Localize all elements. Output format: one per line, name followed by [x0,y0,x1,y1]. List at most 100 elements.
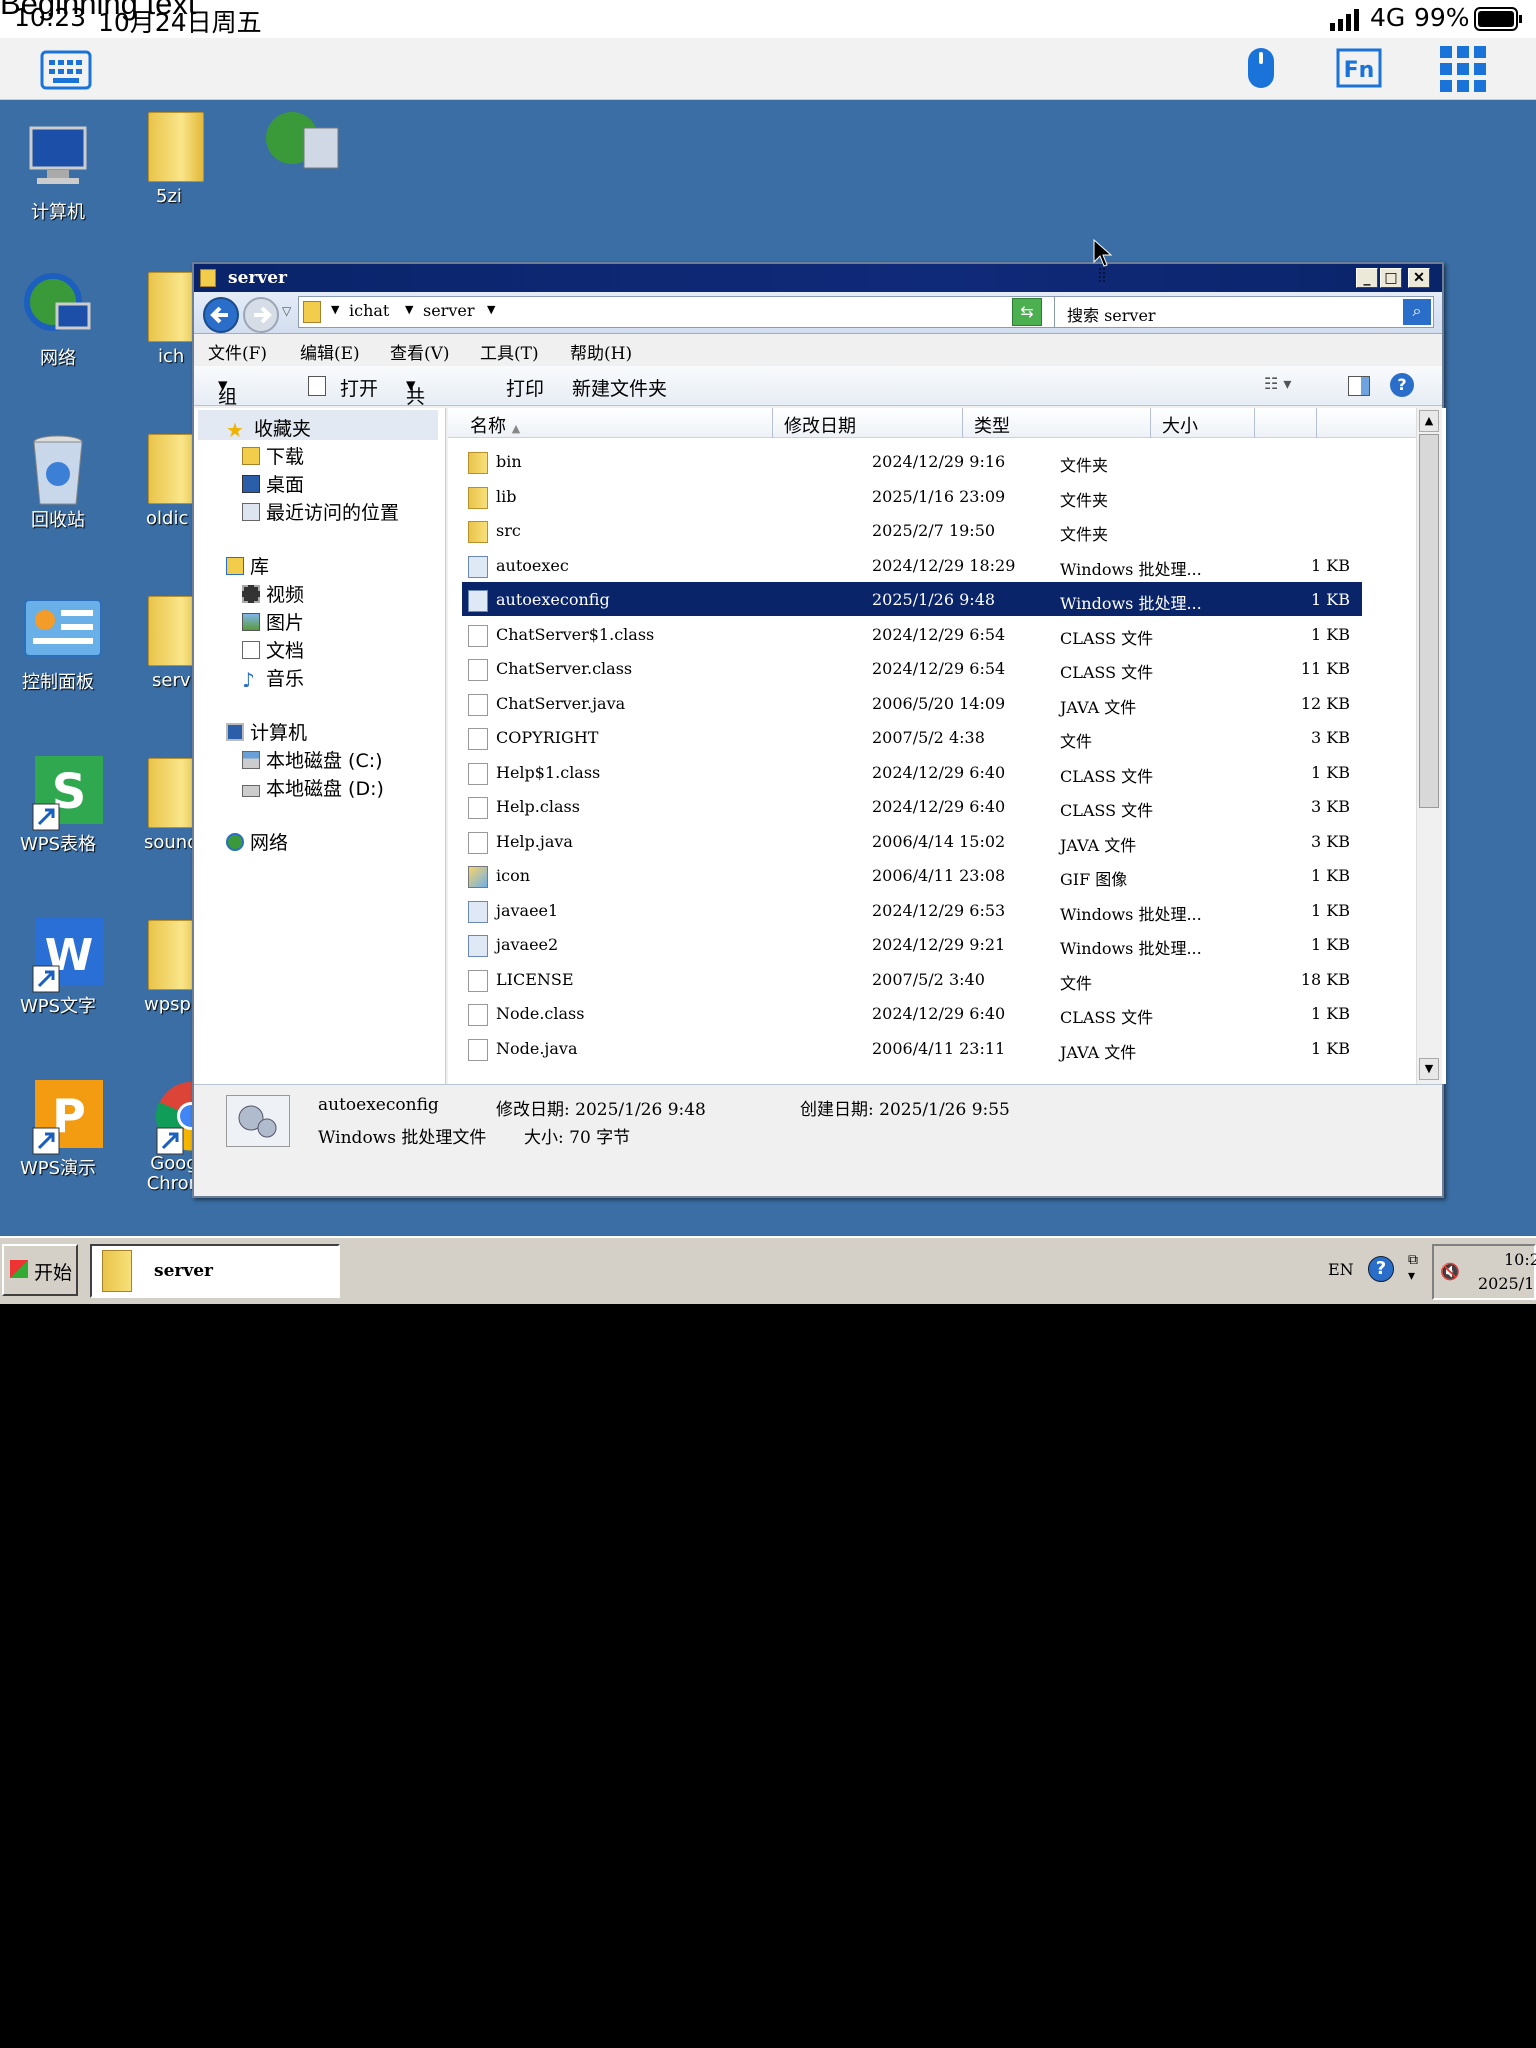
nav-favorites[interactable]: ★ 收藏夹 [226,414,311,442]
column-name[interactable]: 名称 ▲ [470,412,520,438]
column-type[interactable]: 类型 [974,412,1010,438]
nav-drive-d[interactable]: 本地磁盘 (D:) [242,774,384,801]
file-row[interactable]: javaee2 2024/12/29 9:21 Windows 批处理... 1 KB [462,927,1362,961]
menu-tools[interactable]: 工具(T) [480,339,539,364]
folder-icon [200,269,216,287]
vertical-scrollbar[interactable]: ▲ ▼ [1416,408,1442,1084]
desktop-icon-wps-writer[interactable]: W WPS文字 [8,918,108,1018]
refresh-icon[interactable]: ⇆ [1012,298,1042,326]
breadcrumb-ichat[interactable]: ichat [349,301,389,320]
forward-button[interactable] [242,296,282,338]
menu-file[interactable]: 文件(F) [208,339,267,364]
desktop-icon-ichat[interactable]: ich [124,272,204,367]
history-dropdown-icon[interactable]: ▽ [282,304,291,318]
file-row[interactable]: ChatServer$1.class 2024/12/29 6:54 CLASS 文… [462,617,1362,651]
desktop-icon-network[interactable]: 网络 [8,270,108,370]
organize-button[interactable]: 组织 ▾ [218,374,237,435]
menu-view[interactable]: 查看(V) [390,339,450,364]
file-row[interactable]: src 2025/2/7 19:50 文件夹 [462,513,1362,547]
keyboard-icon[interactable] [40,50,92,94]
nav-videos[interactable]: 视频 [242,580,304,607]
breadcrumb-arrow-icon[interactable]: ▼ [487,303,495,316]
scroll-thumb[interactable] [1419,434,1439,808]
nav-documents[interactable]: 文档 [242,636,304,663]
menu-help[interactable]: 帮助(H) [570,339,632,364]
open-button[interactable]: 打开 [340,374,378,401]
file-row[interactable]: icon 2006/4/11 23:08 GIF 图像 1 KB [462,858,1362,892]
desktop-icon-wpspr[interactable]: wpspr [124,920,204,1015]
taskbar-item-server[interactable]: server [90,1244,340,1298]
column-size[interactable]: 大小 [1162,412,1198,438]
desktop-icon-5zi[interactable]: 5zi [124,112,204,207]
maximize-button[interactable]: □ [1380,268,1402,288]
nav-recent[interactable]: 最近访问的位置 [242,498,399,525]
tray-expand-icon[interactable]: ⧉ ▾ [1408,1252,1418,1284]
back-button[interactable] [202,296,242,338]
nav-downloads[interactable]: 下载 [242,442,304,469]
nav-pictures[interactable]: 图片 [242,608,304,635]
mouse-icon[interactable] [1246,46,1276,94]
nav-network[interactable]: 网络 [226,828,288,855]
search-input[interactable]: 搜索 server ⌕ [1054,296,1434,328]
desktop-icon-sound[interactable]: sound [124,758,204,853]
file-row[interactable]: lib 2025/1/16 23:09 文件夹 [462,479,1362,513]
preview-pane-icon[interactable] [1348,376,1370,396]
file-row[interactable]: bin 2024/12/29 9:16 文件夹 [462,444,1362,478]
file-row[interactable]: Node.java 2006/4/11 23:11 JAVA 文件 1 KB [462,1031,1362,1065]
desktop-icon-server[interactable]: serv [124,596,204,691]
search-icon[interactable]: ⌕ [1403,299,1431,325]
file-row[interactable]: ChatServer.java 2006/5/20 14:09 JAVA 文件 12 … [462,686,1362,720]
view-options-icon[interactable]: ☷ ▾ [1264,374,1291,393]
window-title: server [228,268,287,288]
breadcrumb-arrow-icon[interactable]: ▼ [331,303,339,316]
breadcrumb-server[interactable]: server [423,301,474,320]
file-row[interactable]: Node.class 2024/12/29 6:40 CLASS 文件 1 KB [462,996,1362,1030]
folder-icon [468,486,488,509]
apps-grid-icon[interactable] [1440,46,1486,96]
nav-computer[interactable]: 计算机 [226,718,307,745]
file-row[interactable]: javaee1 2024/12/29 6:53 Windows 批处理... 1 KB [462,893,1362,927]
column-modified[interactable]: 修改日期 [784,412,856,438]
nav-drive-c[interactable]: 本地磁盘 (C:) [242,746,383,773]
new-folder-button[interactable]: 新建文件夹 [572,374,667,401]
file-row[interactable]: Help.class 2024/12/29 6:40 CLASS 文件 3 KB [462,789,1362,823]
desktop-icon-control-panel[interactable]: 控制面板 [8,594,108,694]
breadcrumb-arrow-icon[interactable]: ▼ [405,303,413,316]
language-indicator[interactable]: EN [1328,1260,1354,1279]
help-icon[interactable]: ? [1368,1256,1394,1282]
minimize-button[interactable]: _ [1356,268,1378,288]
close-button[interactable]: ✕ [1408,268,1430,288]
navigation-pane: ★ 收藏夹 下载 桌面 最近访问的位置 库 视频 图片 文档 ♪ 音乐 计算机 本地… [194,408,446,1084]
nav-music[interactable]: ♪ 音乐 [242,664,304,692]
scroll-up-arrow-icon[interactable]: ▲ [1419,410,1439,432]
scroll-down-arrow-icon[interactable]: ▼ [1419,1058,1439,1080]
file-row[interactable]: autoexeconfig 2025/1/26 9:48 Windows 批处理..… [462,582,1362,616]
share-button[interactable]: 共享 ▾ [406,374,425,435]
help-icon[interactable]: ? [1390,373,1414,397]
file-type: Windows 批处理... [1060,939,1202,958]
desktop-icon-recycle-bin[interactable]: 回收站 [8,432,108,532]
file-row[interactable]: COPYRIGHT 2007/5/2 4:38 文件 3 KB [462,720,1362,754]
menu-edit[interactable]: 编辑(E) [300,339,360,364]
nav-desktop[interactable]: 桌面 [242,470,304,497]
desktop-icon-computer[interactable]: 计算机 [8,124,108,224]
desktop-icon-wps-presentation[interactable]: P WPS演示 [8,1080,108,1180]
file-row[interactable]: autoexec 2024/12/29 18:29 Windows 批处理... 1 … [462,548,1362,582]
file-name: ChatServer.class [496,659,633,678]
desktop-icon-oldic[interactable]: oldic [124,434,204,529]
file-name: Help$1.class [496,762,601,782]
file-row[interactable]: ChatServer.class 2024/12/29 6:54 CLASS 文件 1… [462,651,1362,685]
desktop-icon-wps-sheet[interactable]: S WPS表格 [8,756,108,856]
file-row[interactable]: Help.java 2006/4/14 15:02 JAVA 文件 3 KB [462,824,1362,858]
start-button[interactable]: 开始 [2,1244,78,1296]
server-manager-icon[interactable] [262,108,342,170]
window-titlebar[interactable]: server _ □ ✕ [194,264,1442,292]
volume-muted-icon[interactable]: 🔇 [1440,1262,1460,1281]
tray-clock-date[interactable]: 2025/1 [1478,1274,1534,1293]
tray-clock-time[interactable]: 10:2 [1504,1250,1536,1269]
file-row[interactable]: LICENSE 2007/5/2 3:40 文件 18 KB [462,962,1362,996]
file-row[interactable]: Help$1.class 2024/12/29 6:40 CLASS 文件 1 KB [462,755,1362,789]
print-button[interactable]: 打印 [506,374,544,401]
nav-libraries[interactable]: 库 [226,552,269,579]
fn-key-icon[interactable]: Fn [1336,48,1382,92]
